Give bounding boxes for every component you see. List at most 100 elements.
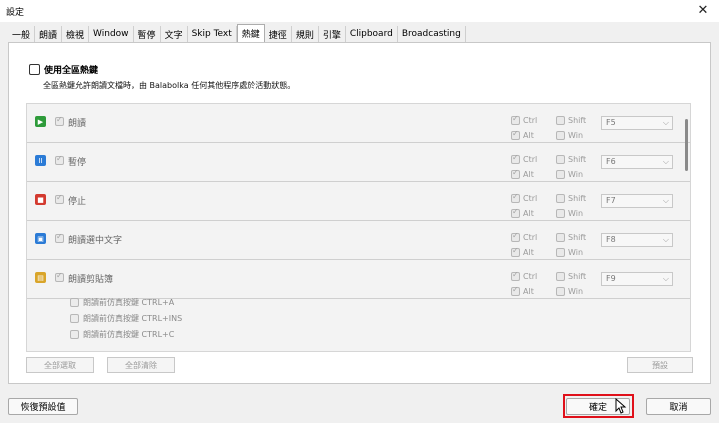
- checkbox-box[interactable]: [29, 64, 40, 75]
- play-icon: ▶: [35, 116, 46, 127]
- ctrl-checkbox[interactable]: [511, 153, 520, 164]
- key-select[interactable]: F7 ⌵: [601, 194, 673, 208]
- title-bar: 設定 ✕: [0, 0, 719, 22]
- win-label: Win: [568, 131, 584, 140]
- use-global-hotkeys-checkbox[interactable]: 使用全區熱鍵: [29, 63, 98, 76]
- sub-option-label: 朗讀前仿真按鍵 CTRL+INS: [83, 313, 183, 323]
- win-checkbox[interactable]: [556, 287, 565, 296]
- key-select[interactable]: F9 ⌵: [601, 272, 673, 286]
- shift-checkbox[interactable]: [556, 116, 565, 125]
- sub-option-checkbox[interactable]: [70, 329, 79, 339]
- tab-10[interactable]: 引擎: [318, 26, 346, 42]
- ctrl-label: Ctrl: [523, 155, 538, 164]
- clipboard-sub-option[interactable]: 朗讀前仿真按鍵 CTRL+C: [70, 328, 174, 340]
- ctrl-checkbox[interactable]: [511, 114, 520, 125]
- preview-button[interactable]: 預設: [627, 357, 693, 373]
- chevron-down-icon[interactable]: ⌵: [663, 234, 669, 246]
- window-title: 設定: [6, 8, 25, 18]
- alt-label: Alt: [523, 131, 534, 140]
- key-select-value: F9: [606, 274, 616, 283]
- win-label: Win: [568, 287, 584, 296]
- chevron-down-icon[interactable]: ⌵: [663, 195, 669, 207]
- pause-icon: II: [35, 155, 46, 166]
- chevron-down-icon[interactable]: ⌵: [663, 117, 669, 129]
- key-select-value: F8: [606, 235, 616, 244]
- stop-icon: ■: [35, 194, 46, 205]
- win-label: Win: [568, 209, 584, 218]
- win-checkbox[interactable]: [556, 131, 565, 140]
- tab-12[interactable]: Broadcasting: [397, 26, 466, 42]
- tab-9[interactable]: 規則: [291, 26, 319, 42]
- ctrl-label: Ctrl: [523, 272, 538, 281]
- chevron-down-icon[interactable]: ⌵: [663, 273, 669, 285]
- clipboard-sub-option[interactable]: 朗讀前仿真按鍵 CTRL+A: [70, 296, 174, 308]
- hotkey-enable-checkbox[interactable]: [55, 154, 64, 165]
- shift-checkbox[interactable]: [556, 194, 565, 203]
- hotkey-enable-checkbox[interactable]: [55, 232, 64, 243]
- restore-defaults-button[interactable]: 恢復預設值: [8, 398, 78, 415]
- cancel-button[interactable]: 取消: [646, 398, 711, 415]
- win-checkbox[interactable]: [556, 170, 565, 179]
- sub-option-label: 朗讀前仿真按鍵 CTRL+C: [83, 329, 175, 339]
- hotkey-row: II 暫停 Ctrl Alt Shift Win F6 ⌵: [27, 143, 690, 182]
- alt-checkbox[interactable]: [511, 207, 520, 218]
- sub-option-checkbox[interactable]: [70, 297, 79, 307]
- alt-label: Alt: [523, 209, 534, 218]
- alt-checkbox[interactable]: [511, 168, 520, 179]
- clipboard-icon: ▤: [35, 272, 46, 283]
- ctrl-label: Ctrl: [523, 194, 538, 203]
- tab-0[interactable]: 一般: [8, 26, 36, 42]
- win-checkbox[interactable]: [556, 248, 565, 257]
- tab-5[interactable]: 文字: [160, 26, 188, 42]
- clear-all-button[interactable]: 全部清除: [107, 357, 175, 373]
- chevron-down-icon[interactable]: ⌵: [663, 156, 669, 168]
- key-select-value: F7: [606, 196, 616, 205]
- alt-checkbox[interactable]: [511, 246, 520, 257]
- ctrl-label: Ctrl: [523, 233, 538, 242]
- alt-checkbox[interactable]: [511, 285, 520, 296]
- shift-checkbox[interactable]: [556, 272, 565, 281]
- shift-label: Shift: [568, 116, 587, 125]
- shift-label: Shift: [568, 233, 587, 242]
- close-icon[interactable]: ✕: [691, 0, 715, 20]
- hotkey-row: ▶ 朗讀 Ctrl Alt Shift Win F5 ⌵: [27, 104, 690, 143]
- hotkey-enable-checkbox[interactable]: [55, 115, 64, 126]
- tab-4[interactable]: 暫停: [133, 26, 161, 42]
- tab-6[interactable]: Skip Text: [187, 26, 237, 42]
- sub-option-checkbox[interactable]: [70, 313, 79, 323]
- shift-label: Shift: [568, 272, 587, 281]
- hotkey-label: 朗讀選中文字: [68, 236, 123, 246]
- ctrl-checkbox[interactable]: [511, 192, 520, 203]
- mouse-cursor-icon: [615, 398, 627, 414]
- hotkey-label: 暫停: [68, 158, 87, 168]
- hotkeys-panel: 使用全區熱鍵 全區熱鍵允許朗讀文檔時，由 Balabolka 任何其他程序處於活…: [8, 42, 711, 384]
- shift-checkbox[interactable]: [556, 155, 565, 164]
- ctrl-checkbox[interactable]: [511, 231, 520, 242]
- key-select[interactable]: F5 ⌵: [601, 116, 673, 130]
- read-selection-icon: ▣: [35, 233, 46, 244]
- tab-3[interactable]: Window: [89, 26, 134, 42]
- select-all-button[interactable]: 全部選取: [26, 357, 94, 373]
- hotkey-list: ▶ 朗讀 Ctrl Alt Shift Win F5 ⌵ II 暫停 Ctrl Alt Shift Win…: [26, 103, 691, 352]
- hotkey-enable-checkbox[interactable]: [55, 193, 64, 204]
- shift-checkbox[interactable]: [556, 233, 565, 242]
- clipboard-sub-option[interactable]: 朗讀前仿真按鍵 CTRL+INS: [70, 312, 182, 324]
- ctrl-label: Ctrl: [523, 116, 538, 125]
- alt-label: Alt: [523, 248, 534, 257]
- sub-option-label: 朗讀前仿真按鍵 CTRL+A: [83, 297, 175, 307]
- list-scrollbar-thumb[interactable]: [685, 119, 688, 171]
- alt-checkbox[interactable]: [511, 129, 520, 140]
- tab-11[interactable]: Clipboard: [345, 26, 398, 42]
- win-label: Win: [568, 170, 584, 179]
- hotkey-enable-checkbox[interactable]: [55, 271, 64, 282]
- hotkey-label: 停止: [68, 197, 87, 207]
- tab-1[interactable]: 朗讀: [35, 26, 63, 42]
- key-select[interactable]: F8 ⌵: [601, 233, 673, 247]
- key-select[interactable]: F6 ⌵: [601, 155, 673, 169]
- tab-7[interactable]: 熱鍵: [236, 24, 265, 42]
- win-checkbox[interactable]: [556, 209, 565, 218]
- ctrl-checkbox[interactable]: [511, 270, 520, 281]
- tab-2[interactable]: 檢視: [62, 26, 90, 42]
- hotkeys-description: 全區熱鍵允許朗讀文檔時，由 Balabolka 任何其他程序處於活動狀態。: [43, 81, 296, 90]
- tab-8[interactable]: 捷徑: [264, 26, 292, 42]
